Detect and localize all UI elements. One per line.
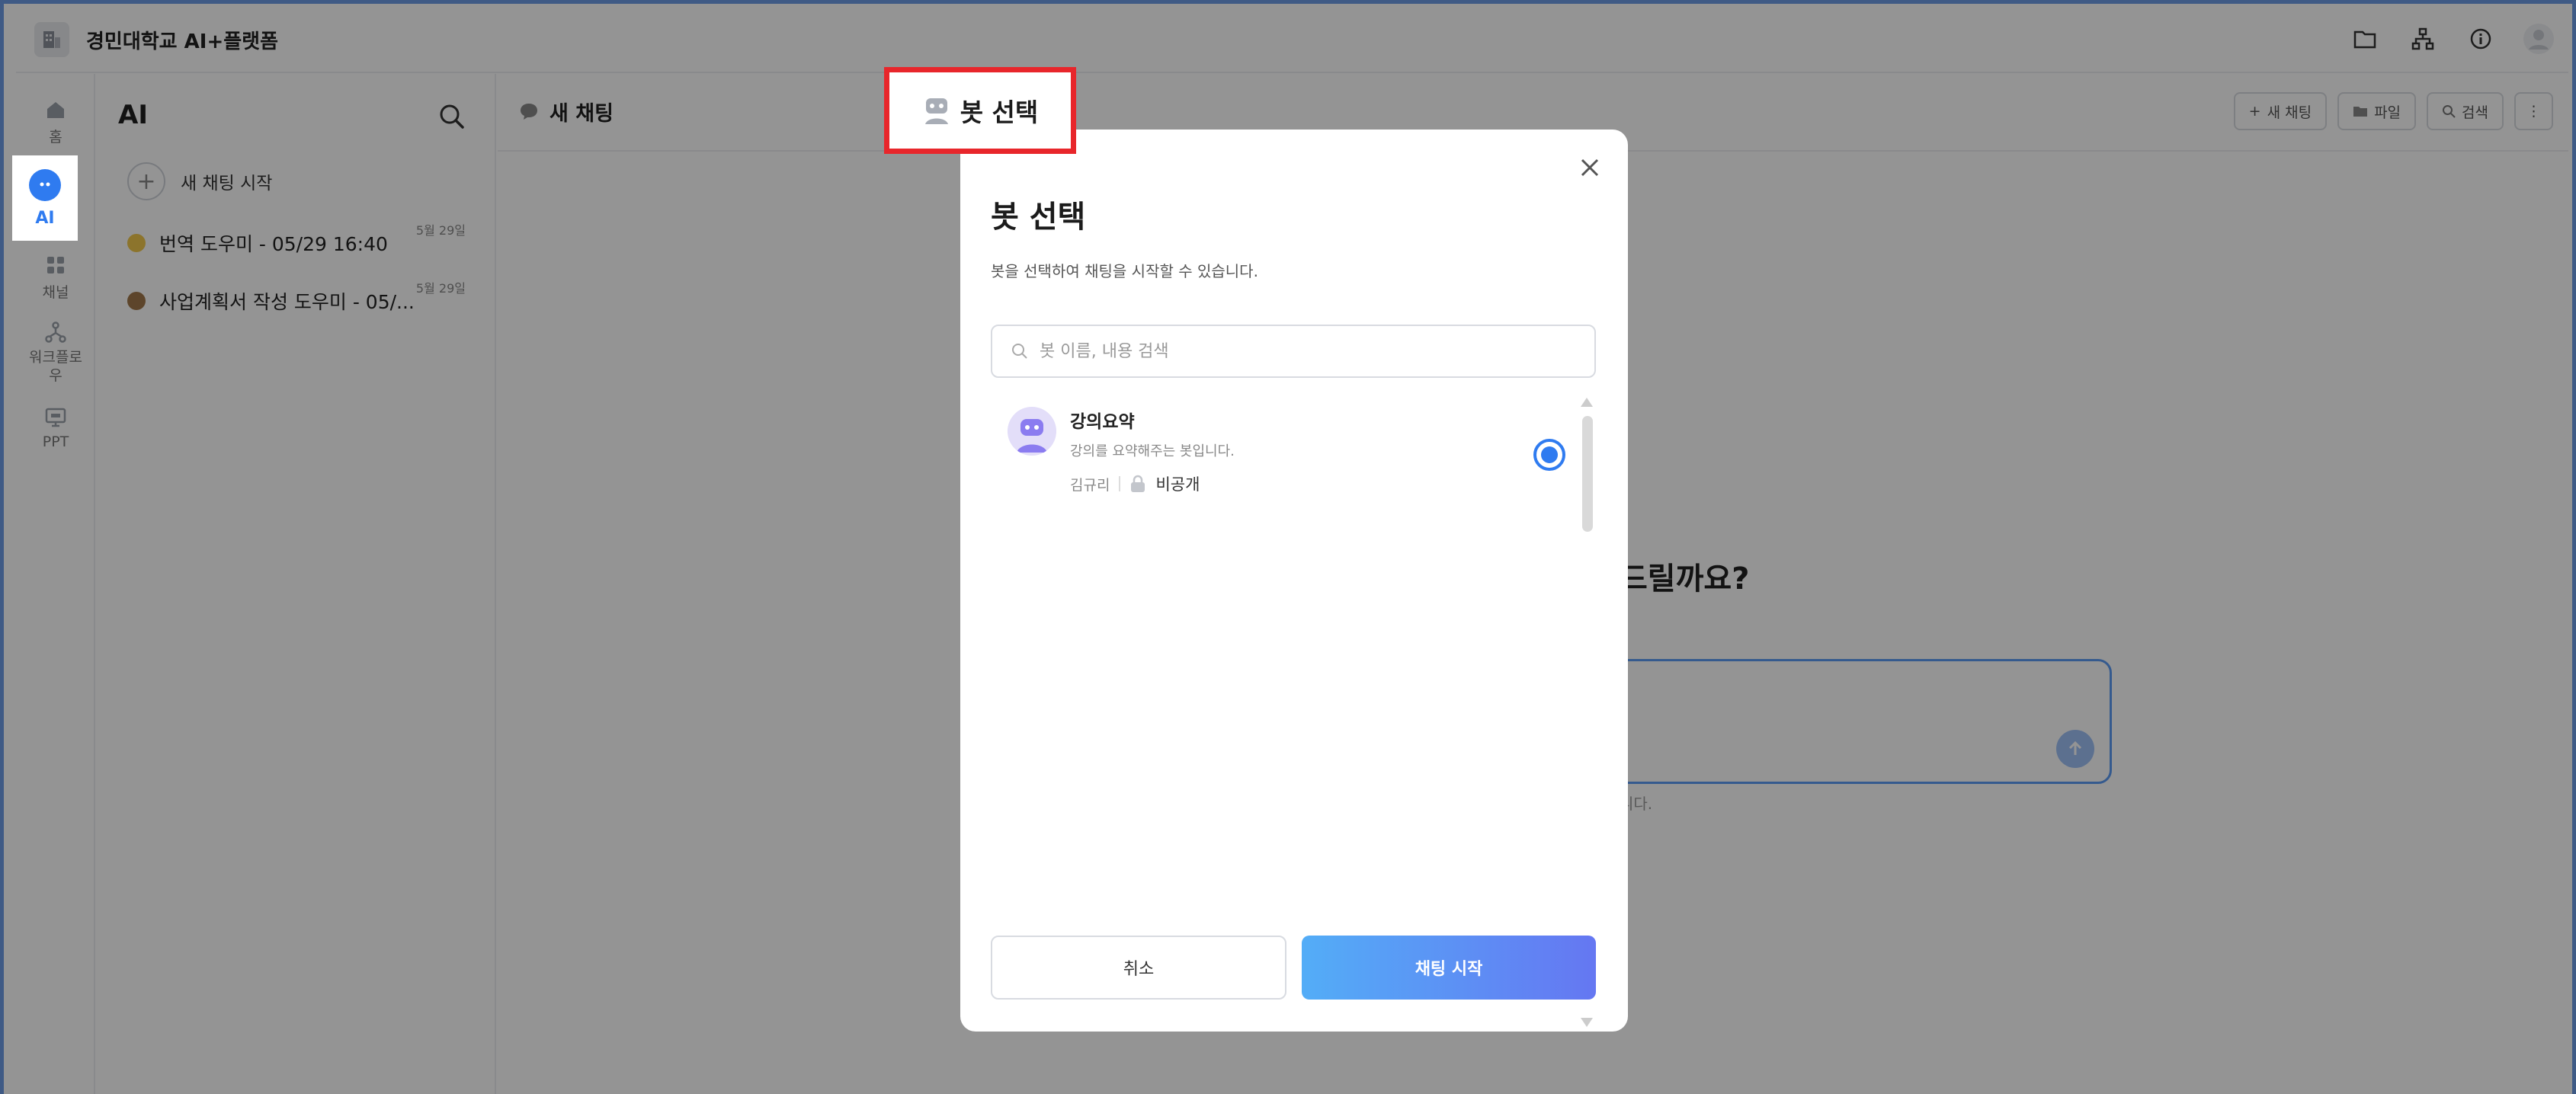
callout-label: 봇 선택 [960,98,1039,127]
rail-item-ai[interactable]: AI [12,155,78,241]
start-chat-button[interactable]: 채팅 시작 [1302,936,1596,1000]
chat-bubble-icon [29,168,61,201]
radio-selected-dot [1541,446,1558,463]
close-icon[interactable] [1575,152,1605,183]
bot-select-modal: 봇 선택 봇을 선택하여 채팅을 시작할 수 있습니다. 강의요약 강의를 요약… [960,130,1628,1032]
bot-name: 강의요약 [1070,412,1135,432]
highlight-callout: 봇 선택 [884,67,1076,154]
bot-description: 강의를 요약해주는 봇입니다. [1070,443,1235,459]
bot-search-input[interactable] [1040,341,1573,361]
divider [1119,476,1121,491]
bot-select-tab[interactable]: 봇 선택 [895,79,1065,142]
robot-avatar-icon [1008,407,1056,456]
robot-icon [924,98,948,124]
rail-item-label: AI [35,208,55,228]
scroll-down-arrow[interactable] [1581,1018,1593,1027]
modal-title: 봇 선택 [991,200,1086,235]
search-icon [1012,344,1027,359]
modal-subtitle: 봇을 선택하여 채팅을 시작할 수 있습니다. [991,262,1258,280]
bot-visibility: 비공개 [1155,475,1200,494]
bot-list-item[interactable]: 강의요약 강의를 요약해주는 봇입니다. 김규리 비공개 [1000,398,1565,512]
bot-owner: 김규리 [1070,476,1110,494]
cancel-button[interactable]: 취소 [991,936,1286,1000]
lock-icon [1131,475,1145,492]
scrollbar-thumb[interactable] [1582,416,1593,532]
bot-meta: 김규리 비공개 [1070,472,1200,495]
bot-search-field[interactable] [991,325,1596,378]
scroll-up-arrow[interactable] [1581,398,1593,407]
bot-select-radio[interactable] [1533,439,1565,471]
